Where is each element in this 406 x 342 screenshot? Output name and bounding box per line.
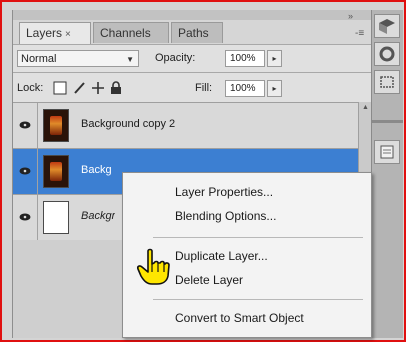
fill-label: Fill: (195, 82, 213, 94)
menu-item-delete-layer[interactable]: Delete Layer (175, 273, 243, 287)
right-dock (371, 10, 403, 338)
fill-input[interactable]: 100% (225, 80, 265, 97)
frame-icon (380, 76, 394, 88)
visibility-toggle[interactable] (13, 149, 38, 194)
close-icon[interactable]: × (65, 29, 71, 40)
ring-icon (379, 46, 395, 62)
dock-separator (372, 120, 403, 123)
tab-layers-label: Layers (26, 26, 63, 40)
layer-name: Background copy 2 (81, 118, 176, 130)
layer-thumbnail (43, 155, 69, 188)
visibility-toggle[interactable] (13, 195, 38, 240)
hand-pointer-icon (137, 248, 170, 285)
collapse-panel-icon[interactable]: » (348, 11, 353, 21)
dock-button-notes[interactable] (374, 140, 400, 164)
menu-item-convert-smart-object[interactable]: Convert to Smart Object (175, 311, 304, 325)
move-lock-icon[interactable] (91, 81, 105, 95)
layer-row[interactable]: Background copy 2 (13, 102, 358, 148)
dock-button-frame[interactable] (374, 70, 400, 94)
opacity-input[interactable]: 100% (225, 50, 265, 67)
layer-name: Backg (81, 164, 112, 176)
eye-icon (19, 121, 31, 129)
tab-channels-label: Channels (100, 26, 151, 40)
lock-fill-row: Lock: Fill: 100% ▸ (13, 72, 371, 102)
layer-name: Backgr (81, 210, 116, 222)
scroll-up-icon[interactable]: ▲ (362, 104, 369, 111)
brush-lock-icon[interactable] (73, 81, 87, 95)
opacity-label: Opacity: (155, 52, 196, 64)
tab-paths[interactable]: Paths (171, 22, 223, 43)
padlock-icon[interactable] (109, 81, 123, 95)
menu-item-duplicate-layer[interactable]: Duplicate Layer... (175, 249, 268, 263)
blend-mode-value: Normal (21, 53, 57, 65)
visibility-toggle[interactable] (13, 103, 38, 148)
dock-button-3d[interactable] (374, 14, 400, 38)
menu-item-layer-properties[interactable]: Layer Properties... (175, 185, 273, 199)
checkerboard-lock-icon[interactable] (53, 81, 67, 95)
chevron-down-icon: ▼ (126, 55, 134, 64)
menu-separator (153, 237, 363, 238)
lock-label: Lock: (17, 82, 44, 94)
blend-mode-select[interactable]: Normal ▼ (17, 50, 139, 67)
blend-options-row: Normal ▼ Opacity: 100% ▸ (13, 44, 371, 72)
eye-icon (19, 167, 31, 175)
tab-channels[interactable]: Channels (93, 22, 169, 43)
dock-button-circle[interactable] (374, 42, 400, 66)
tab-paths-label: Paths (178, 26, 209, 40)
menu-item-blending-options[interactable]: Blending Options... (175, 209, 276, 223)
cube-icon (379, 19, 395, 34)
tab-layers[interactable]: Layers × (19, 22, 91, 45)
fill-slider-toggle[interactable]: ▸ (267, 80, 282, 97)
panel-tabs: Layers × Channels Paths (13, 22, 371, 45)
menu-separator (153, 299, 363, 300)
panel-title-bar[interactable] (13, 10, 371, 20)
notes-icon (380, 145, 394, 159)
opacity-slider-toggle[interactable]: ▸ (267, 50, 282, 67)
eye-icon (19, 213, 31, 221)
layer-thumbnail (43, 201, 69, 234)
layer-thumbnail (43, 109, 69, 142)
